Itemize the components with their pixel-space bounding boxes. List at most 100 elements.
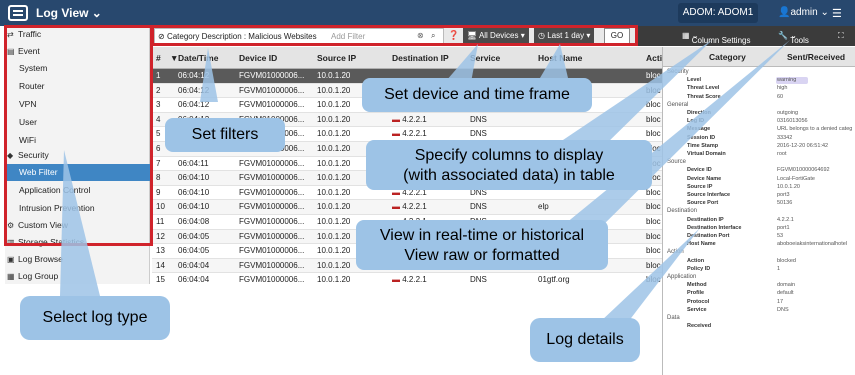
table-cell: 4 (156, 114, 161, 124)
callout-log-details: Log details (530, 318, 640, 362)
details-value: blocked (777, 257, 796, 264)
column-header[interactable]: Service (470, 53, 500, 63)
table-cell: 12 (156, 231, 165, 241)
details-value: Local-FortiGate (777, 175, 815, 182)
details-section-header[interactable]: General (667, 102, 688, 108)
details-section-header[interactable]: Data (667, 315, 680, 321)
table-cell: 06:04:05 (178, 231, 210, 241)
destination-cell: ▬ 4.2.2.1 (392, 200, 427, 215)
table-cell: 3 (156, 100, 161, 110)
sidebar-item-log-group[interactable]: ▦ Log Group (5, 268, 150, 285)
hamburger-icon[interactable]: ☰ (832, 7, 842, 20)
details-value: default (777, 290, 794, 297)
column-settings-button[interactable]: ▦ Column Settings ⌄ (682, 31, 750, 45)
details-value: 60 (777, 93, 784, 100)
details-section-header[interactable]: Source (667, 159, 686, 165)
details-key: Session ID (687, 134, 716, 141)
us-flag-icon: ▬ (392, 129, 403, 139)
view-toolbar: ▦ Column Settings ⌄ 🔧 Tools ⌄ ⛶ (638, 26, 855, 46)
details-key: Host Name (687, 241, 716, 248)
details-section-header[interactable]: Action (667, 249, 684, 255)
callout-columns-line-1: Specify columns to display (414, 147, 604, 164)
column-header[interactable]: Host Name (538, 53, 582, 63)
details-key: Source Interface (687, 192, 731, 198)
user-menu[interactable]: 👤admin ⌄ (778, 7, 829, 18)
table-cell: 01gtf.org (538, 275, 570, 284)
table-row[interactable]: 10 06:04:10 FGVM01000006... 10.0.1.20 ▬ 4.2.… (152, 200, 672, 215)
tools-label: Tools (790, 36, 809, 45)
callout-log-type: Select log type (20, 296, 170, 340)
callout-columns: Specify columns to display (with associa… (366, 140, 652, 190)
column-header[interactable]: Date/Time (178, 53, 218, 63)
table-cell: FGVM01000006... (239, 173, 305, 183)
table-cell: 06:04:04 (178, 275, 210, 284)
tools-button[interactable]: 🔧 Tools ⌄ (778, 31, 809, 45)
column-header[interactable]: Destination IP (392, 53, 449, 63)
grid-menu-icon[interactable] (8, 5, 28, 21)
table-cell: bloc (646, 129, 661, 139)
table-cell: 10.0.1.20 (317, 275, 351, 284)
table-cell: 4.2.2.1 (402, 114, 427, 124)
log-group-icon: ▦ (7, 272, 15, 281)
details-key: Destination IP (687, 216, 724, 223)
column-header[interactable]: Source IP (317, 53, 356, 63)
details-value: DNS (777, 306, 789, 313)
details-value: 33342 (777, 134, 793, 141)
callout-view-mode: View in real-time or historical View raw… (356, 220, 608, 270)
table-cell: 10.0.1.20 (317, 246, 351, 256)
table-cell: FGVM01000006... (239, 158, 305, 168)
log-type-highlight (4, 25, 153, 246)
table-cell: 6 (156, 144, 161, 153)
filter-highlight (151, 25, 638, 46)
table-cell: 10.0.1.20 (317, 158, 351, 168)
table-cell: bloc (646, 231, 661, 241)
table-cell: 11 (156, 217, 165, 226)
app-title[interactable]: Log View ⌄ (36, 6, 102, 20)
details-key: Log ID (687, 118, 705, 125)
sort-down-icon[interactable]: ▼ (170, 53, 178, 63)
details-key: Destination Interface (687, 224, 742, 231)
column-settings-label: Column Settings (691, 36, 751, 45)
table-cell: DNS (470, 202, 487, 212)
details-header-category: Category (709, 52, 746, 62)
table-cell: 10.0.1.20 (317, 202, 351, 212)
table-cell: bloc (646, 275, 661, 284)
table-cell: bloc (646, 260, 661, 270)
details-key: Source IP (687, 183, 713, 190)
details-key: Source Port (687, 200, 719, 207)
sidebar-item-log-browse[interactable]: ▣ Log Browse (5, 251, 150, 268)
column-header[interactable]: Device ID (239, 53, 277, 63)
details-key: Profile (687, 290, 705, 297)
table-cell: 14 (156, 260, 165, 270)
details-value: port1 (777, 224, 790, 231)
table-cell: 5 (156, 129, 161, 139)
destination-cell: ▬ 4.2.2.1 (392, 273, 427, 284)
details-value: 0316013056 (777, 118, 808, 125)
details-section-header[interactable]: Application (667, 274, 696, 280)
table-cell: FGVM01000006... (239, 260, 305, 270)
details-section-header[interactable]: Security (667, 69, 689, 75)
table-cell: 10.0.1.20 (317, 100, 351, 110)
details-section-header[interactable]: Destination (667, 208, 697, 214)
table-cell: 9 (156, 187, 161, 197)
table-cell: 10.0.1.20 (317, 231, 351, 241)
table-row[interactable]: 15 06:04:04 FGVM01000006... 10.0.1.20 ▬ 4.2.… (152, 273, 672, 284)
table-cell: 06:04:04 (178, 260, 210, 270)
adom-selector[interactable]: ADOM: ADOM1 (678, 3, 758, 23)
table-cell: 10.0.1.20 (317, 260, 351, 270)
fullscreen-icon[interactable]: ⛶ (838, 31, 844, 41)
details-value: 4.2.2.1 (777, 216, 794, 223)
table-cell: 1 (156, 71, 161, 80)
table-cell: bloc (646, 85, 661, 95)
details-value: URL belongs to a denied categ (777, 126, 853, 133)
column-header[interactable]: # (156, 53, 161, 63)
table-cell: 10.0.1.20 (317, 129, 351, 139)
table-cell: 10.0.1.20 (317, 85, 351, 95)
table-cell: 06:04:10 (178, 187, 210, 197)
table-cell: FGVM01000006... (239, 246, 305, 256)
user-name: admin (790, 7, 818, 18)
details-key: Time Stamp (687, 142, 719, 149)
table-cell: bloc (646, 71, 661, 80)
table-cell: 06:04:10 (178, 173, 210, 183)
us-flag-icon: ▬ (392, 202, 403, 212)
